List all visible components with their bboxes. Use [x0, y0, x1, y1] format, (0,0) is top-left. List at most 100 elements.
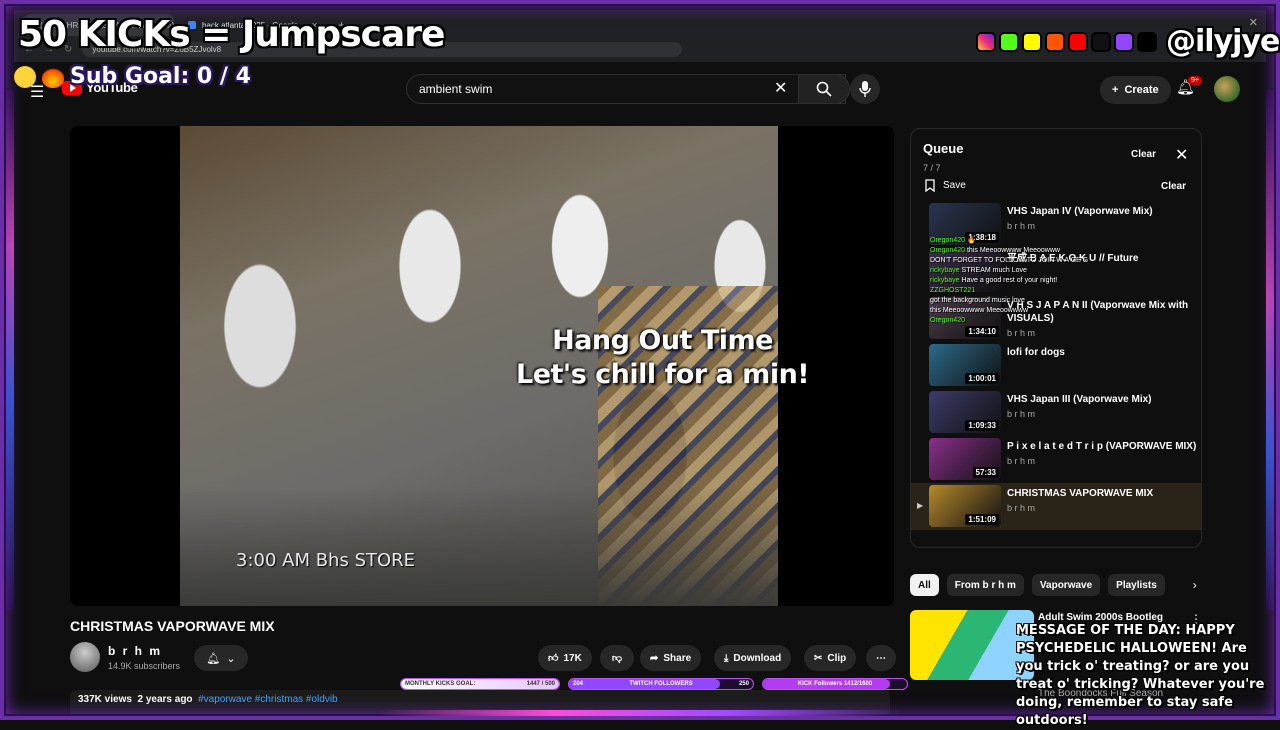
monthly-kicks-goal-bar: MONTHLY KICKS GOAL: 1447 / 500: [400, 678, 560, 690]
queue-clear-button[interactable]: Clear: [1131, 149, 1156, 160]
queue-thumbnail: 1:09:33: [929, 391, 1001, 433]
queue-item[interactable]: 57:33 P i x e l a t e d T r i p (VAPORWAV…: [911, 436, 1201, 483]
create-label: Create: [1124, 84, 1159, 96]
queue-item-title: lofi for dogs: [1007, 347, 1065, 358]
queue-clear-all-button[interactable]: Clear: [1161, 181, 1186, 192]
voice-search-button[interactable]: [850, 74, 880, 104]
chat-user: rickybaye: [930, 267, 960, 274]
filter-chip[interactable]: Vaporwave: [1031, 574, 1101, 596]
chat-user: Oregon420: [930, 247, 966, 254]
queue-item-channel: b r h m: [1007, 328, 1036, 338]
channel-name[interactable]: b r h m: [108, 644, 162, 658]
chevron-right-icon[interactable]: ›: [1193, 578, 1197, 592]
like-count: 17K: [563, 652, 582, 664]
queue-duration: 1:34:10: [965, 326, 999, 337]
chat-message: DON'T FORGET TO FOLLOW TO JOIN W A GE G: [930, 256, 1160, 266]
message-of-the-day: MESSAGE OF THE DAY: HAPPY PSYCHEDELIC HA…: [1016, 623, 1265, 728]
sub-goal-text: Sub Goal: 0 / 4: [70, 64, 251, 89]
filter-chip[interactable]: All: [910, 574, 939, 596]
filter-chip[interactable]: Playlists: [1108, 574, 1165, 596]
share-label: Share: [663, 652, 692, 664]
search-value: ambient swim: [419, 82, 493, 96]
kick-icon: [999, 31, 1019, 52]
channel-avatar[interactable]: [70, 642, 100, 672]
download-button[interactable]: ⤓ Download: [714, 645, 792, 671]
search-button[interactable]: [798, 74, 850, 104]
search-icon: [816, 81, 832, 97]
queue-title: Queue: [923, 141, 964, 156]
overlay-line-1: Hang Out Time: [552, 325, 773, 356]
chat-message: Oregon420: [930, 316, 1160, 326]
chat-text: 🔥: [966, 237, 976, 244]
clip-label: Clip: [827, 652, 847, 664]
kick-followers-bar: KICK Followers 1412/1600: [762, 678, 908, 690]
queue-duration: 57:33: [972, 467, 999, 478]
download-label: Download: [733, 652, 782, 664]
bell-icon: 🔔︎: [206, 652, 221, 665]
chat-message: rickybaye Have a good rest of your night…: [930, 276, 1160, 286]
streamer-handle: @ilyjye: [1166, 24, 1280, 59]
clear-search-icon[interactable]: ✕: [774, 78, 787, 98]
queue-thumbnail: 1:00:01: [929, 344, 1001, 386]
plus-icon: +: [1112, 84, 1119, 96]
twitch-followers-label: TWITCH FOLLOWERS: [629, 681, 693, 687]
chat-text: STREAM much Love: [961, 267, 1027, 274]
like-button[interactable]: 👍︎ 17K: [538, 645, 592, 671]
subscriber-count: 14.9K subscribers: [108, 661, 181, 671]
video-caption: 3:00 AM Bhs STORE: [236, 550, 416, 571]
chat-user: Oregon420: [930, 237, 966, 244]
thumbs-up-icon: 👍︎: [548, 653, 559, 664]
chat-message: Oregon420 🔥: [930, 236, 1160, 246]
monthly-goal-label: MONTHLY KICKS GOAL:: [405, 681, 476, 687]
clip-button[interactable]: ✂ Clip: [804, 645, 857, 671]
chat-message: ZZGHOST221: [930, 286, 1160, 296]
kick-followers-label: KICK Followers 1412/1600: [797, 681, 873, 687]
dislike-button[interactable]: 👎︎: [600, 645, 634, 671]
goal-bars: MONTHLY KICKS GOAL: 1447 / 500 204 TWITCH …: [400, 678, 908, 690]
hashtags[interactable]: #vaporwave #christmas #oldvib: [198, 694, 338, 705]
queue-duration: 1:09:33: [965, 420, 999, 431]
queue-item[interactable]: 1:00:01 lofi for dogs: [911, 342, 1201, 389]
thumbs-down-icon: 👎︎: [611, 653, 623, 664]
account-avatar[interactable]: [1214, 76, 1240, 102]
snapchat-icon: [1022, 31, 1042, 52]
queue-meta: VHS Japan III (Vaporwave Mix) b r h m: [1007, 393, 1197, 419]
queue-panel: Queue 7 / 7 Clear ✕ Save Clear 1:38:18 VH…: [910, 128, 1202, 548]
stream-overlay-text: Hang Out Time Let's chill for a min!: [516, 324, 810, 392]
more-icon: ⋯: [876, 652, 886, 664]
queue-item-title: VHS Japan III (Vaporwave Mix): [1007, 394, 1152, 405]
youtube-icon: [1068, 31, 1088, 52]
queue-close-icon[interactable]: ✕: [1175, 145, 1188, 165]
more-actions-button[interactable]: ⋯: [866, 645, 896, 671]
video-title: CHRISTMAS VAPORWAVE MIX: [70, 618, 275, 634]
subscription-bell-button[interactable]: 🔔︎ ⌄: [194, 645, 248, 671]
scissors-icon: ✂: [814, 652, 823, 664]
chat-user: Oregon420: [930, 317, 966, 324]
filter-chips: All From b r h m Vaporwave Playlists ›: [910, 574, 1197, 596]
queue-item-title: CHRISTMAS VAPORWAVE MIX: [1007, 488, 1154, 499]
twitch-followers-bar: 204 TWITCH FOLLOWERS 250: [568, 678, 754, 690]
mic-icon: [859, 81, 871, 97]
chat-text: this Meeoowwww Meeoowww: [966, 247, 1060, 254]
stream-frame-left-glow: [0, 90, 14, 610]
chat-message: rickybaye STREAM much Love: [930, 266, 1160, 276]
queue-item-channel: b r h m: [1007, 221, 1036, 231]
filter-chip[interactable]: From b r h m: [946, 574, 1024, 596]
monthly-goal-value: 1447 / 500: [526, 681, 555, 687]
chat-user: rickybaye: [930, 277, 960, 284]
now-playing-icon: ▶: [917, 501, 924, 510]
queue-count: 7 / 7: [923, 163, 941, 173]
x-icon: [1137, 31, 1157, 52]
queue-duration: 1:51:09: [965, 514, 999, 525]
queue-duration: 1:00:01: [965, 373, 999, 384]
queue-item[interactable]: ▶ 1:51:09 CHRISTMAS VAPORWAVE MIX b r h m: [911, 483, 1201, 530]
queue-thumbnail: 57:33: [929, 438, 1001, 480]
video-player[interactable]: Hang Out Time Let's chill for a min!: [70, 126, 894, 606]
queue-item-title: VHS Japan IV (Vaporwave Mix): [1007, 206, 1153, 217]
queue-save-button[interactable]: Save: [925, 179, 966, 192]
queue-item[interactable]: 1:09:33 VHS Japan III (Vaporwave Mix) b r …: [911, 389, 1201, 436]
share-button[interactable]: ➦ Share: [640, 645, 702, 671]
create-button[interactable]: + Create: [1100, 76, 1171, 104]
twitch-icon: [1114, 31, 1134, 52]
chat-overlay: Oregon420 🔥 Oregon420 this Meeoowwww Meeo…: [930, 236, 1160, 326]
